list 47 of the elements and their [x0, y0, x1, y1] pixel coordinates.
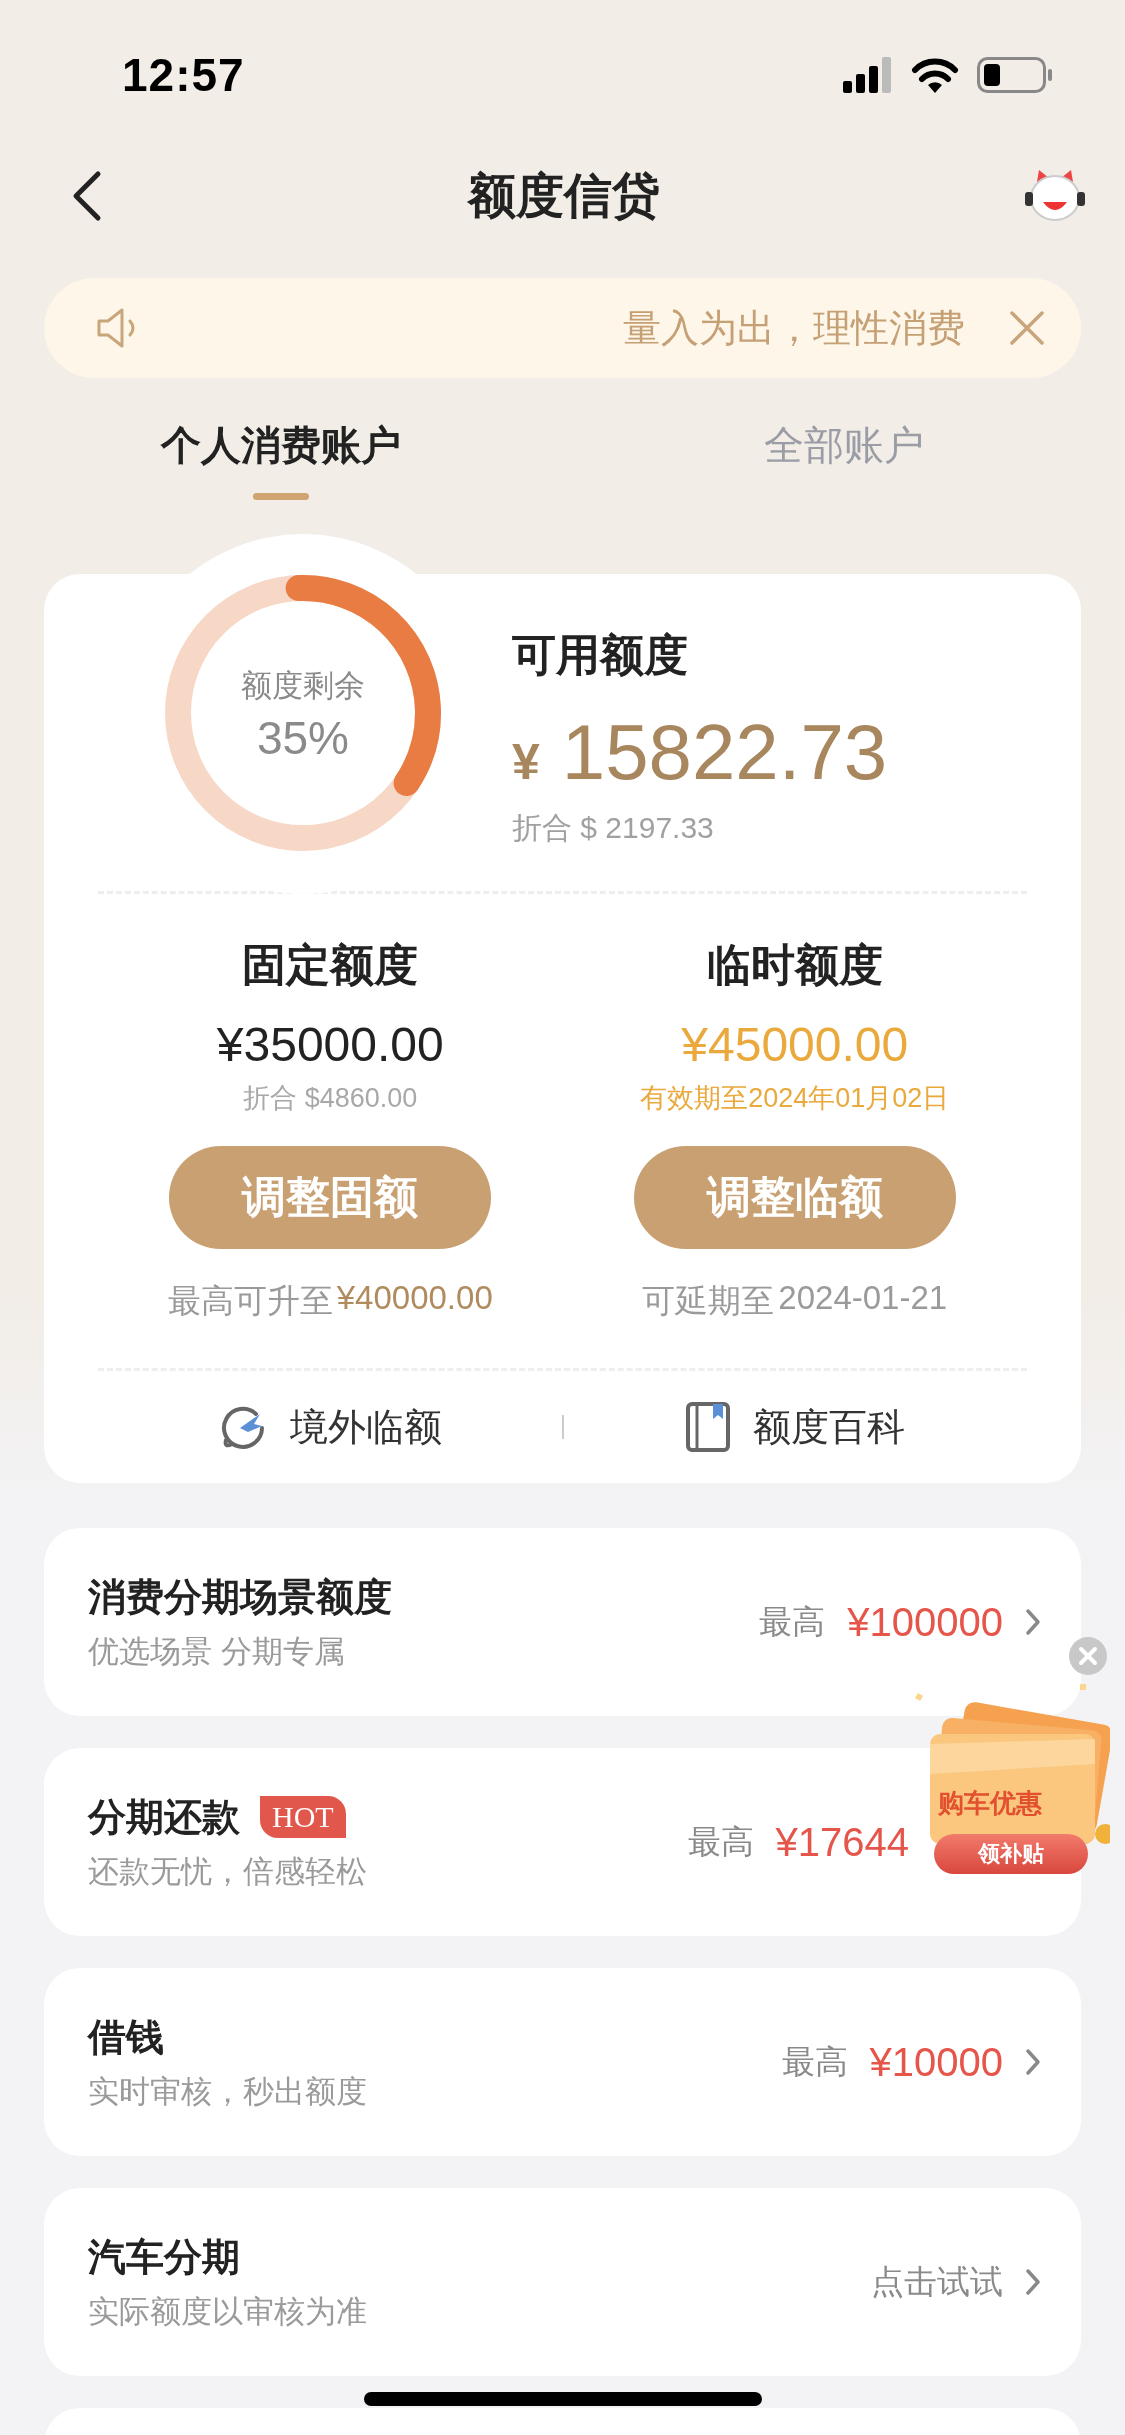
product-subtitle: 实际额度以审核为准: [88, 2292, 368, 2331]
product-subtitle: 优选场景 分期专属: [88, 1632, 346, 1671]
promo-title: 购车优惠: [938, 1787, 1042, 1820]
wifi-icon: [911, 57, 959, 93]
hint-label: 可延期至: [642, 1281, 775, 1321]
converted-amount: 折合 $ 2197.33: [512, 810, 715, 846]
ring-label: 额度剩余: [240, 667, 366, 705]
quota-note: 折合 $4860.00: [243, 1082, 418, 1115]
product-title: 分期还款: [88, 1794, 240, 1840]
ring-percent: 35%: [255, 711, 351, 765]
account-tab[interactable]: 个人消费账户: [0, 408, 563, 504]
quota-note: 有效期至2024年01月02日: [640, 1082, 950, 1115]
currency-symbol: ¥: [512, 733, 540, 791]
product-card[interactable]: 消费分期场景额度 优选场景 分期专属 最高 ¥100000: [44, 1528, 1081, 1716]
limit-amount: ¥17644: [775, 1819, 909, 1865]
product-subtitle: 实时审核，秒出额度: [88, 2072, 368, 2111]
hot-badge: HOT: [260, 1796, 346, 1838]
page-title: 额度信贷: [467, 168, 660, 224]
battery-icon: [977, 57, 1053, 93]
limit-label: 最高: [759, 1601, 826, 1642]
limit-amount: ¥100000: [847, 1599, 1003, 1645]
product-title: 消费分期场景额度: [88, 1574, 392, 1620]
limit-amount: ¥10000: [869, 2039, 1003, 2085]
limit-label: 点击试试: [871, 2261, 1003, 2302]
hint-value: 2024-01-21: [778, 1279, 948, 1318]
product-card[interactable]: 借钱 实时审核，秒出额度 最高 ¥10000: [44, 1968, 1081, 2156]
quota-title: 固定额度: [242, 939, 419, 991]
hint-label: 最高可升至: [167, 1281, 333, 1321]
available-amount: 15822.73: [561, 707, 888, 798]
notice-text: 量入为出，理性消费: [622, 305, 965, 351]
hint-value: ¥40000.00: [336, 1279, 493, 1318]
status-time: 12:57: [122, 48, 245, 102]
shortcut-link[interactable]: 境外临额: [217, 1401, 442, 1453]
product-title: 汽车分期: [88, 2234, 240, 2280]
quota-amount: ¥35000.00: [216, 1017, 444, 1072]
limit-label: 最高: [781, 2041, 848, 2082]
product-card[interactable]: 汽车分期 实际额度以审核为准 点击试试: [44, 2188, 1081, 2376]
available-label: 可用额度: [512, 629, 689, 681]
limit-label: 最高: [687, 1821, 754, 1862]
quota-title: 临时额度: [706, 939, 883, 991]
signal-icon: [843, 57, 893, 93]
product-title: 借钱: [88, 2014, 164, 2060]
book-icon: [685, 1401, 732, 1453]
mascot-icon[interactable]: [1023, 168, 1087, 224]
quota-amount: ¥45000.00: [681, 1017, 909, 1072]
shortcut-link[interactable]: 额度百科: [685, 1401, 906, 1453]
product-subtitle: 还款无忧，倍感轻松: [88, 1852, 368, 1891]
